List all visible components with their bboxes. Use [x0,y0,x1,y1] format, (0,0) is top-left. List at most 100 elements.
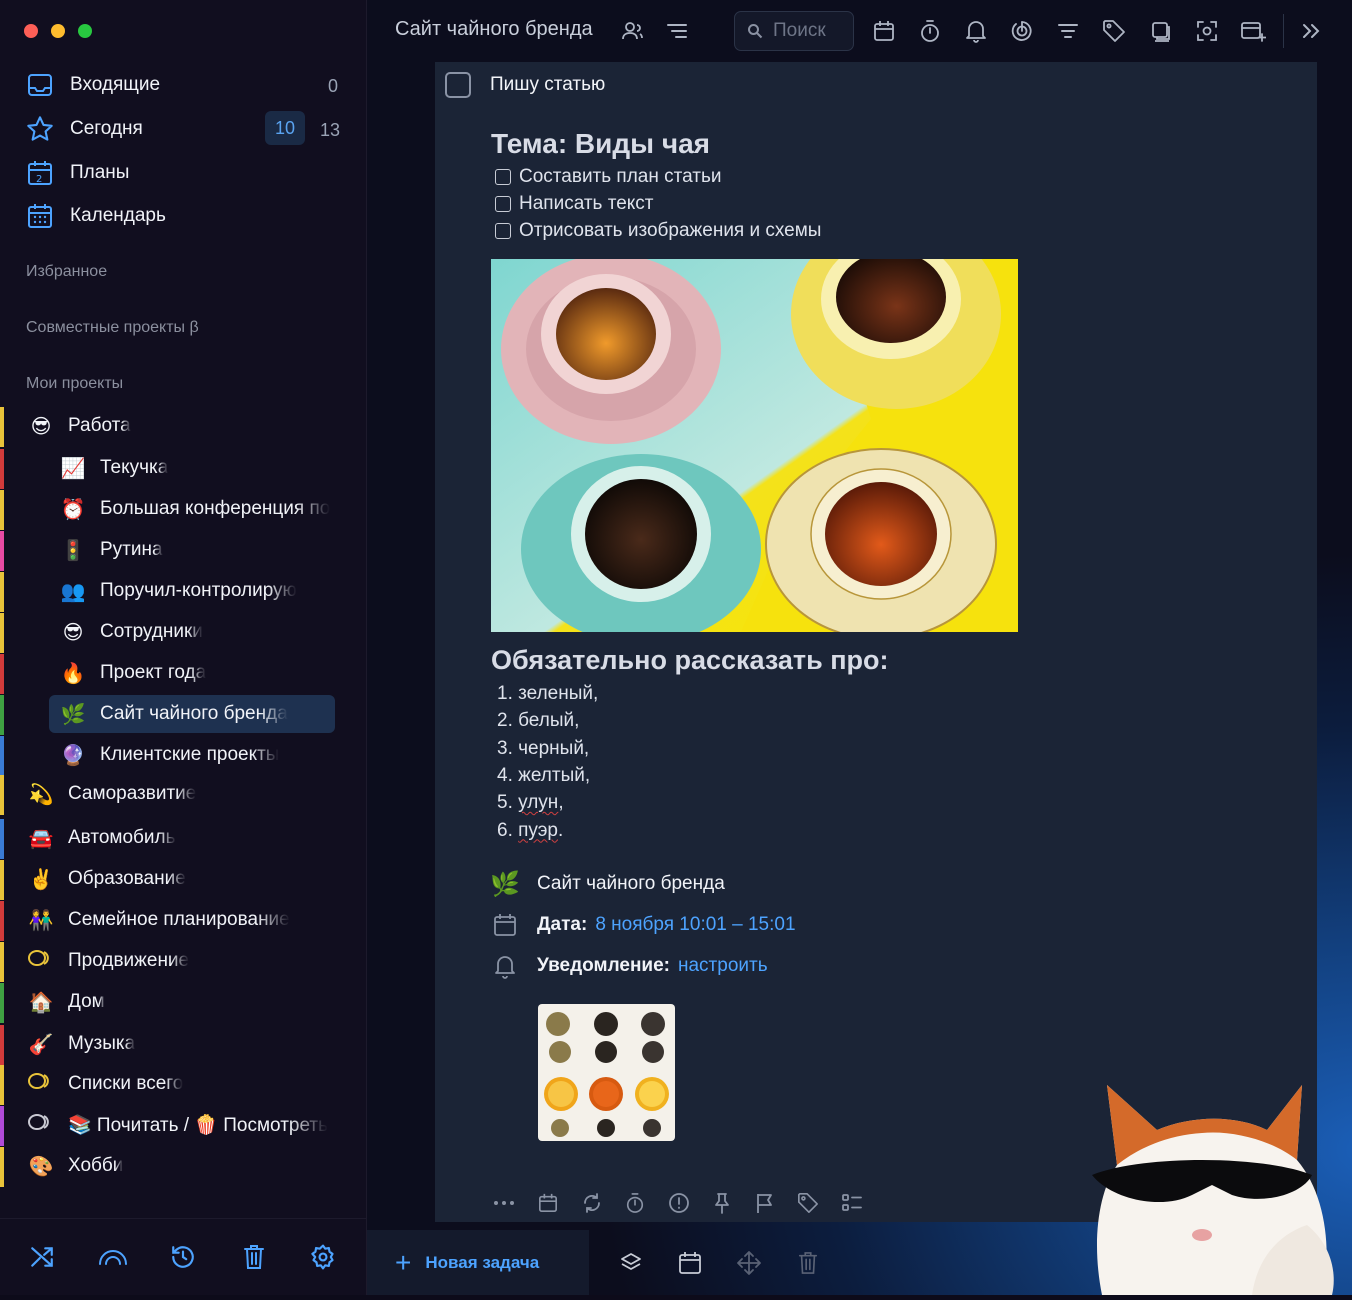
project-color-stripe [0,1065,4,1105]
project-label: Семейное планирование [68,909,290,930]
bell-icon[interactable] [961,16,991,46]
calendar-icon[interactable] [533,1188,563,1218]
timer-icon[interactable] [915,16,945,46]
project-item-active[interactable]: 🌿 Сайт чайного бренда [49,695,335,733]
project-item[interactable]: 👫 Семейное планирование [26,901,340,939]
flag-icon[interactable] [750,1188,780,1218]
new-task-label: Новая задача [425,1252,540,1272]
window-minimize-button[interactable] [51,24,65,38]
subtask-item[interactable]: Отрисовать изображения и схемы [495,220,821,242]
more-icon[interactable] [489,1188,519,1218]
project-item[interactable]: 🎨 Хобби [26,1147,340,1185]
layers-icon[interactable] [615,1247,647,1279]
tea-leaves-thumbnail[interactable] [538,1004,675,1141]
tag-icon[interactable] [1099,16,1129,46]
signal-icon[interactable] [95,1239,131,1275]
settings-icon[interactable] [305,1239,341,1275]
project-item[interactable]: 📈 Текучка [58,449,335,487]
project-item[interactable]: 🔥 Проект года [58,654,335,692]
repeat-icon[interactable] [577,1188,607,1218]
nav-calendar[interactable]: Календарь [24,198,354,234]
project-emoji-icon [26,948,56,974]
search-icon [747,23,763,39]
filter-icon[interactable] [1053,16,1083,46]
list-number: 1. [497,683,513,704]
project-color-stripe [0,613,4,653]
subtask-checkbox[interactable] [495,196,511,212]
priority-icon[interactable] [664,1188,694,1218]
task-project-row[interactable]: 🌿 Сайт чайного бренда [489,868,725,900]
move-icon[interactable] [733,1247,765,1279]
project-emoji-icon: 🚦 [60,539,86,562]
project-item[interactable]: 😎 Сотрудники [58,613,335,651]
window-zoom-button[interactable] [78,24,92,38]
subtask-checkbox[interactable] [495,169,511,185]
project-item[interactable]: Продвижение [26,942,340,980]
project-label: Проект года [100,662,207,683]
list-item: 5. улун, [497,792,564,814]
project-color-stripe [0,531,4,571]
sort-icon[interactable] [662,16,692,46]
timer-icon[interactable] [620,1188,650,1218]
project-item[interactable]: 📚 Почитать / 🍿 Посмотреть [26,1106,340,1144]
focus-icon[interactable] [1007,16,1037,46]
history-icon[interactable] [165,1239,201,1275]
search-box[interactable]: Поиск [734,11,854,51]
project-label: Списки всего [68,1073,184,1094]
inbox-icon [24,69,56,101]
date-value[interactable]: 8 ноября 10:01 – 15:01 [595,914,795,936]
project-item[interactable]: 🎸 Музыка [26,1025,340,1063]
nav-plans[interactable]: 2 Планы [24,155,354,191]
project-item[interactable]: 🔮 Клиентские проекты [58,736,335,774]
shuffle-icon[interactable] [24,1239,60,1275]
section-shared[interactable]: Совместные проекты β [26,319,199,337]
pin-note-icon[interactable] [1146,16,1176,46]
screenshot-icon[interactable] [1192,16,1222,46]
project-label: Музыка [68,1033,136,1054]
task-checkbox[interactable] [445,72,471,98]
calendar-icon[interactable] [674,1247,706,1279]
project-item[interactable]: 👥 Поручил-контролирую [58,572,335,610]
subtask-checkbox[interactable] [495,223,511,239]
project-item[interactable]: 😎 Работа [26,407,340,445]
add-window-icon[interactable] [1238,16,1268,46]
subtask-item[interactable]: Составить план статьи [495,166,722,188]
calendar-icon [489,909,521,941]
project-item[interactable]: 🚘 Автомобиль [26,819,340,857]
sidebar-footer [0,1218,366,1295]
trash-icon[interactable] [792,1247,824,1279]
new-task-button[interactable]: + Новая задача [367,1230,589,1295]
task-title[interactable]: Пишу статью [490,74,605,96]
calendar-icon[interactable] [869,16,899,46]
nav-today-label: Сегодня [70,118,143,139]
project-emoji-icon: 😎 [62,621,84,644]
list-number: 6. [497,819,513,841]
inbox-count: 0 [328,76,339,96]
project-item[interactable]: ✌️ Образование [26,860,340,898]
trash-icon[interactable] [236,1239,272,1275]
project-emoji-icon: 🔮 [60,744,86,767]
chevron-double-right-icon[interactable] [1296,16,1326,46]
project-item[interactable]: Списки всего [26,1065,340,1103]
today-badge: 10 [265,111,305,145]
section-my-projects[interactable]: Мои проекты [26,375,123,393]
task-notification-row[interactable]: Уведомление: настроить [489,950,768,982]
notification-value[interactable]: настроить [678,955,768,977]
tag-icon[interactable] [793,1188,823,1218]
task-date-row[interactable]: Дата: 8 ноября 10:01 – 15:01 [489,909,796,941]
project-emoji-icon: 🔥 [60,662,86,685]
pin-icon[interactable] [707,1188,737,1218]
window-close-button[interactable] [24,24,38,38]
subtask-item[interactable]: Написать текст [495,193,654,215]
checklist-icon[interactable] [837,1188,867,1218]
share-user-icon[interactable] [617,16,647,46]
project-color-stripe [0,860,4,900]
nav-inbox[interactable]: Входящие [24,67,354,103]
project-item[interactable]: 🚦 Рутина [58,531,335,569]
section-favorites[interactable]: Избранное [26,263,107,281]
list-text: зеленый, [518,683,599,704]
project-item[interactable]: ⏰ Большая конференция по [58,490,335,528]
project-item[interactable]: 🏠 Дом [26,983,340,1021]
project-color-stripe [0,490,4,530]
project-item[interactable]: 💫 Саморазвитие [26,775,340,813]
